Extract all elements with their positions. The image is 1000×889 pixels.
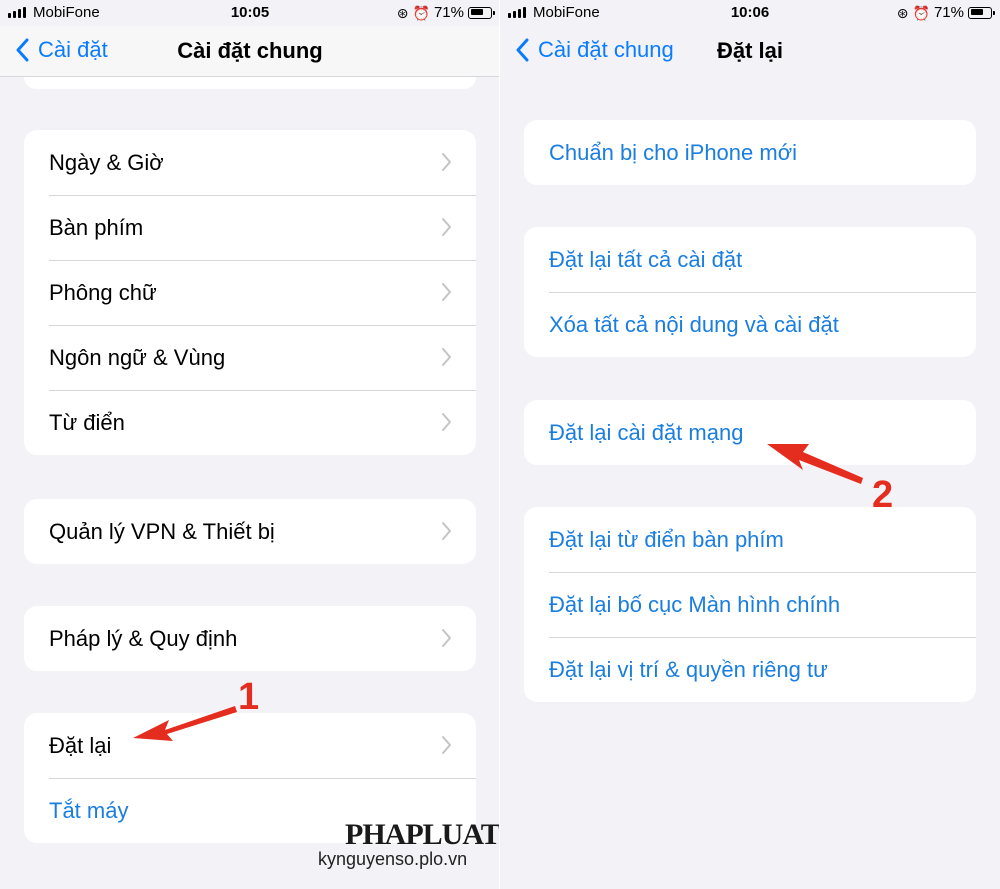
battery-percent: 71% <box>933 4 964 21</box>
row-label: Chuẩn bị cho iPhone mới <box>549 139 798 165</box>
chevron-right-icon <box>442 629 451 647</box>
status-bar: MobiFone 10:06 ⊛ ⏰ 71% <box>500 0 1000 26</box>
row-label: Tắt máy <box>49 797 129 823</box>
watermark-url: kynguyenso.plo.vn <box>318 849 468 869</box>
battery-icon <box>468 6 495 19</box>
settings-group-partial <box>24 77 476 89</box>
settings-row-vpn-device[interactable]: Quản lý VPN & Thiết bị <box>24 499 476 564</box>
annotation-number: 1 <box>238 676 260 718</box>
alarm-icon: ⏰ <box>912 4 930 21</box>
reset-network-settings-button[interactable]: Đặt lại cài đặt mạng <box>524 400 976 465</box>
row-label: Đặt lại <box>49 732 112 758</box>
navigation-bar: Cài đặt Cài đặt chung <box>0 26 500 77</box>
reset-all-settings-button[interactable]: Đặt lại tất cả cài đặt <box>524 227 976 292</box>
chevron-right-icon <box>442 218 451 236</box>
settings-group: Ngày & Giờ Bàn phím Phông chữ Ngôn ngữ &… <box>24 130 476 455</box>
chevron-right-icon <box>442 348 451 366</box>
reset-location-privacy-button[interactable]: Đặt lại vị trí & quyền riêng tư <box>524 637 976 702</box>
back-label: Cài đặt chung <box>538 37 674 62</box>
annotation-arrow <box>767 444 863 484</box>
annotation-number: 2 <box>872 474 894 516</box>
row-label: Xóa tất cả nội dung và cài đặt <box>549 311 839 337</box>
chevron-right-icon <box>442 522 451 540</box>
row-label: Đặt lại từ điển bàn phím <box>549 526 784 552</box>
settings-group: Pháp lý & Quy định <box>24 606 476 671</box>
row-label: Đặt lại vị trí & quyền riêng tư <box>549 656 828 682</box>
reset-group: Đặt lại cài đặt mạng <box>524 400 976 465</box>
reset-keyboard-dictionary-button[interactable]: Đặt lại từ điển bàn phím <box>524 507 976 572</box>
annotation-arrow <box>133 706 237 741</box>
settings-row-dictionary[interactable]: Từ điển <box>24 390 476 455</box>
right-screen: MobiFone 10:06 ⊛ ⏰ 71% Cài đặt chung Đặt… <box>500 0 1000 889</box>
battery-percent: 71% <box>433 4 464 21</box>
chevron-right-icon <box>442 736 451 754</box>
orientation-lock-icon: ⊛ <box>896 4 909 21</box>
page-title: Cài đặt chung <box>177 38 323 63</box>
row-label: Đặt lại cài đặt mạng <box>549 419 744 445</box>
reset-group: Chuẩn bị cho iPhone mới <box>524 120 976 185</box>
chevron-left-icon <box>516 38 529 62</box>
reset-home-screen-layout-button[interactable]: Đặt lại bố cục Màn hình chính <box>524 572 976 637</box>
row-label: Phông chữ <box>49 279 157 305</box>
settings-row-legal[interactable]: Pháp lý & Quy định <box>24 606 476 671</box>
watermark-logo: PHAPLUAT <box>345 818 500 851</box>
settings-group: Quản lý VPN & Thiết bị <box>24 499 476 564</box>
settings-row-fonts[interactable]: Phông chữ <box>24 260 476 325</box>
chevron-right-icon <box>442 153 451 171</box>
reset-group: Đặt lại tất cả cài đặt Xóa tất cả nội du… <box>524 227 976 357</box>
prepare-new-iphone-button[interactable]: Chuẩn bị cho iPhone mới <box>524 120 976 185</box>
row-label: Đặt lại bố cục Màn hình chính <box>549 591 841 617</box>
settings-row-reset[interactable]: Đặt lại <box>24 713 476 778</box>
navigation-bar: Cài đặt chung Đặt lại <box>500 26 1000 76</box>
alarm-icon: ⏰ <box>412 4 430 21</box>
chevron-right-icon <box>442 413 451 431</box>
orientation-lock-icon: ⊛ <box>396 4 409 21</box>
reset-group: Đặt lại từ điển bàn phím Đặt lại bố cục … <box>524 507 976 702</box>
row-label: Bàn phím <box>49 214 144 240</box>
row-label: Đặt lại tất cả cài đặt <box>549 246 743 272</box>
row-label: Pháp lý & Quy định <box>49 625 238 651</box>
status-bar: MobiFone 10:05 ⊛ ⏰ 71% <box>0 0 500 26</box>
battery-icon <box>968 6 995 19</box>
settings-row-language-region[interactable]: Ngôn ngữ & Vùng <box>24 325 476 390</box>
row-label: Ngôn ngữ & Vùng <box>49 344 226 370</box>
page-title: Đặt lại <box>717 38 784 63</box>
row-label: Từ điển <box>49 409 125 435</box>
settings-row-date-time[interactable]: Ngày & Giờ <box>24 130 476 195</box>
chevron-right-icon <box>442 283 451 301</box>
left-screen: MobiFone 10:05 ⊛ ⏰ 71% Cài đặt Cài đặt c… <box>0 0 500 889</box>
settings-row-keyboard[interactable]: Bàn phím <box>24 195 476 260</box>
row-label: Ngày & Giờ <box>49 149 164 175</box>
erase-all-content-button[interactable]: Xóa tất cả nội dung và cài đặt <box>524 292 976 357</box>
row-label: Quản lý VPN & Thiết bị <box>49 518 275 544</box>
back-button[interactable]: Cài đặt chung <box>514 37 674 63</box>
